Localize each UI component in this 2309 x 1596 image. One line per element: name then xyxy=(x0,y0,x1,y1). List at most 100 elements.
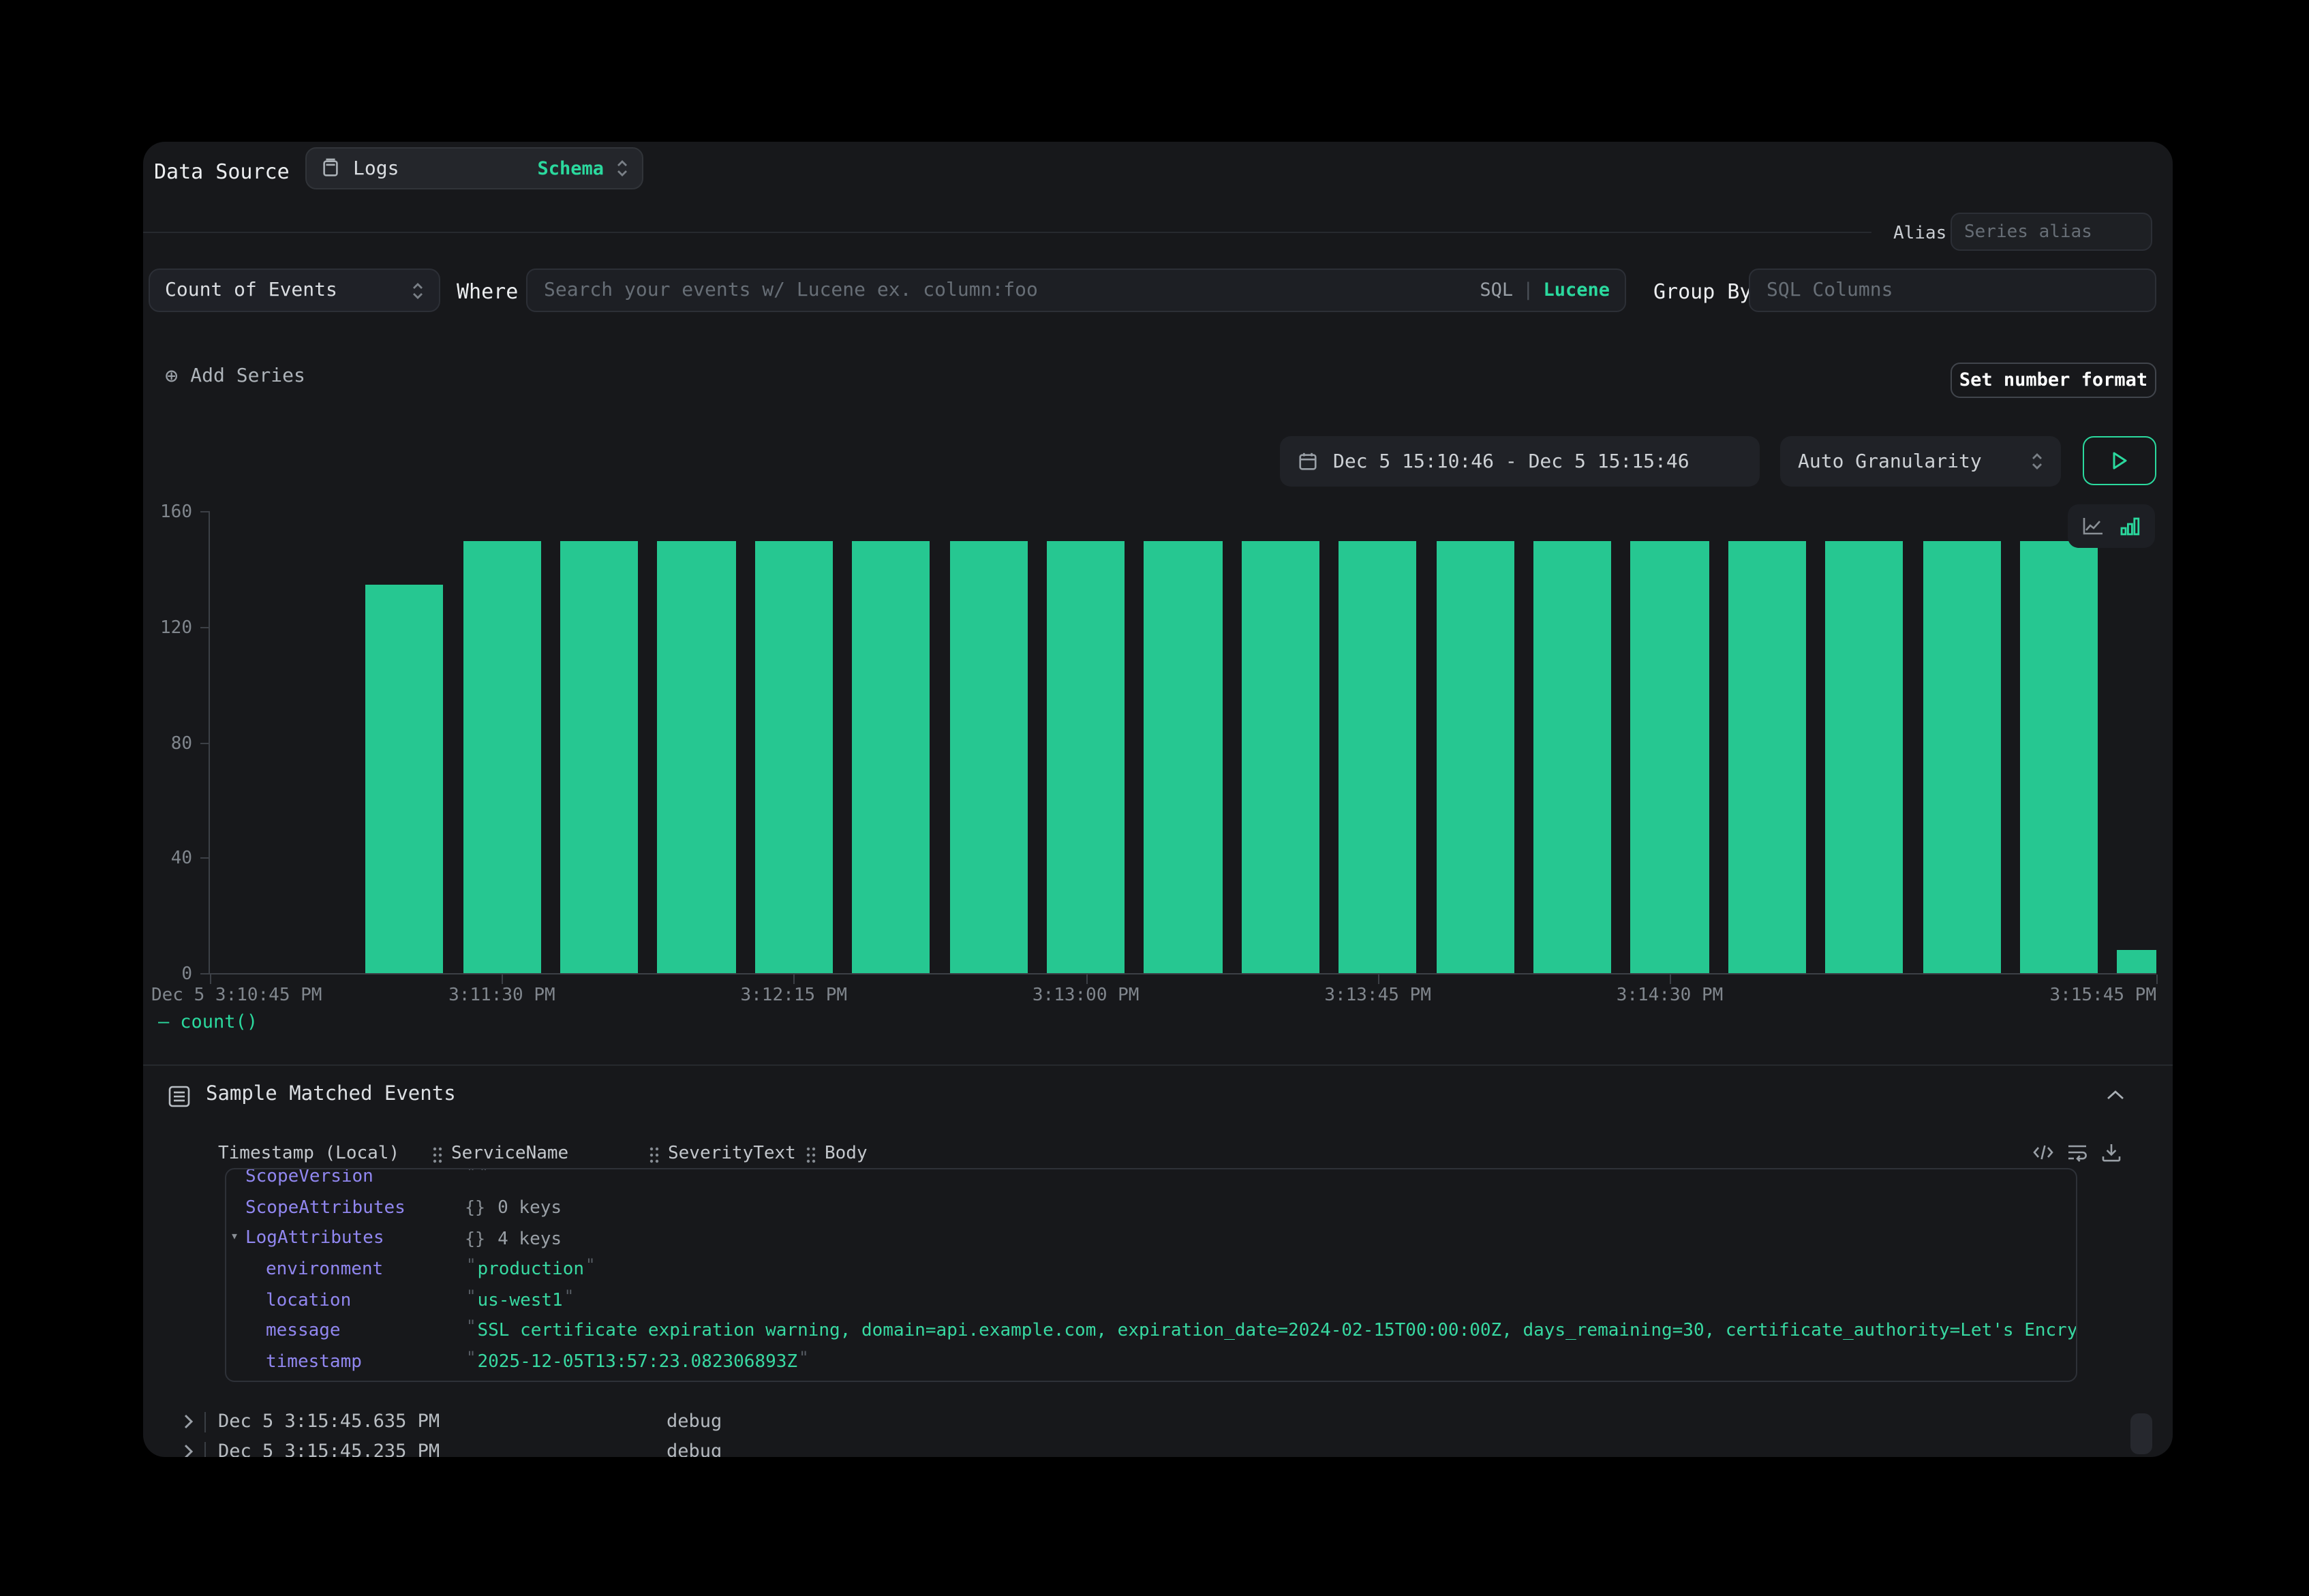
attribute-row-logattributes[interactable]: ▾ LogAttributes {}4 keys xyxy=(226,1223,2076,1254)
caret-down-icon[interactable]: ▾ xyxy=(230,1229,239,1244)
lucene-mode-option[interactable]: Lucene xyxy=(1543,279,1610,301)
group-by-label: Group By xyxy=(1653,279,1752,304)
data-source-select[interactable]: Logs Schema xyxy=(305,147,643,189)
sql-mode-option[interactable]: SQL xyxy=(1480,279,1513,301)
toggle-divider: | xyxy=(1523,279,1533,301)
chart-bar xyxy=(852,541,930,973)
y-tick-label: 160 xyxy=(160,502,192,523)
set-number-format-label: Set number format xyxy=(1959,369,2147,391)
y-axis: 04080120160 xyxy=(143,512,210,975)
aggregate-select[interactable]: Count of Events xyxy=(149,268,440,312)
code-view-icon[interactable] xyxy=(2032,1142,2054,1163)
quote-glyph: " xyxy=(466,1286,476,1305)
scrollbar-thumb[interactable] xyxy=(2130,1413,2152,1454)
set-number-format-button[interactable]: Set number format xyxy=(1951,363,2156,398)
attribute-row-timestamp[interactable]: timestamp "2025-12-05T13:57:23.082306893… xyxy=(226,1347,2076,1377)
chart-bar xyxy=(1923,541,2000,973)
where-label: Where xyxy=(457,279,518,304)
query-language-toggle[interactable]: SQL | Lucene xyxy=(1480,268,1610,312)
schema-mode-label: Schema xyxy=(537,157,604,179)
attribute-rows: ScopeVersion "" ScopeAttributes {}0 keys… xyxy=(226,1168,2076,1378)
x-tick-mark xyxy=(502,975,503,984)
attribute-row-scopeattributes[interactable]: ScopeAttributes {}0 keys xyxy=(226,1192,2076,1223)
x-tick-mark xyxy=(1378,975,1379,984)
column-header-timestamp[interactable]: Timestamp (Local) xyxy=(218,1144,399,1164)
event-detail-panel: ScopeVersion "" ScopeAttributes {}0 keys… xyxy=(225,1168,2077,1382)
app-root: Data Source Logs Schema Alias Count of E… xyxy=(0,0,2309,1596)
column-header-body[interactable]: Body xyxy=(825,1144,868,1164)
time-range-value: Dec 5 15:10:46 - Dec 5 15:15:46 xyxy=(1333,450,1689,472)
drag-grip-icon[interactable] xyxy=(432,1146,443,1164)
add-series-button[interactable]: ⊕ Add Series xyxy=(165,365,305,387)
x-axis-marks xyxy=(210,975,2156,985)
events-table-header: Timestamp (Local) ServiceName SeverityTe… xyxy=(143,1141,2173,1171)
event-severity: debug xyxy=(667,1411,722,1432)
chart-bar xyxy=(365,585,443,973)
aggregate-value: Count of Events xyxy=(165,279,337,301)
attribute-value-text: SSL certificate expiration warning, doma… xyxy=(477,1321,2076,1342)
attribute-value-text: us-west1 xyxy=(477,1290,562,1310)
bar-plot xyxy=(210,512,2156,975)
database-icon xyxy=(320,158,341,179)
drag-grip-icon[interactable] xyxy=(649,1146,660,1164)
chart-bar xyxy=(949,541,1027,973)
time-range-picker[interactable]: Dec 5 15:10:46 - Dec 5 15:15:46 xyxy=(1280,436,1760,487)
attribute-value: "SSL certificate expiration warning, dom… xyxy=(465,1321,2076,1342)
drag-grip-icon[interactable] xyxy=(806,1146,816,1164)
event-row[interactable]: Dec 5 3:15:45.635 PM debug xyxy=(143,1407,2173,1437)
quote-glyph: " xyxy=(799,1348,808,1367)
y-tick-label: 120 xyxy=(160,618,192,639)
quote-glyph: " xyxy=(466,1348,476,1367)
run-query-button[interactable] xyxy=(2083,436,2156,485)
attribute-value: {}4 keys xyxy=(465,1227,562,1249)
line-chart-icon[interactable] xyxy=(2081,515,2105,537)
legend-line-icon: — xyxy=(158,1011,166,1033)
data-source-label: Data Source xyxy=(154,159,290,184)
attribute-key: environment xyxy=(245,1259,465,1280)
row-divider xyxy=(204,1411,206,1432)
x-tick-label: 3:15:45 PM xyxy=(2049,985,2156,1006)
text-wrap-icon[interactable] xyxy=(2066,1142,2088,1163)
attribute-key: ScopeAttributes xyxy=(245,1197,465,1218)
attribute-key-text: LogAttributes xyxy=(245,1228,384,1248)
attribute-row-message[interactable]: message "SSL certificate expiration warn… xyxy=(226,1316,2076,1347)
events-section-title: Sample Matched Events xyxy=(206,1084,456,1105)
attribute-row-location[interactable]: location "us-west1" xyxy=(226,1285,2076,1316)
column-header-severitytext[interactable]: SeverityText xyxy=(668,1144,796,1164)
granularity-select[interactable]: Auto Granularity xyxy=(1780,436,2061,487)
download-icon[interactable] xyxy=(2100,1142,2122,1163)
search-input[interactable] xyxy=(526,268,1626,312)
chart-type-toggle xyxy=(2068,504,2155,548)
expand-chevron-icon[interactable] xyxy=(183,1443,194,1457)
attribute-key: message xyxy=(245,1321,465,1342)
collapse-chevron-icon[interactable] xyxy=(2106,1089,2125,1101)
y-tick-mark xyxy=(200,627,210,628)
chart-legend[interactable]: — count() xyxy=(158,1011,258,1033)
chart-bar xyxy=(2020,541,2098,973)
y-tick-label: 0 xyxy=(181,964,192,985)
chart-bar xyxy=(2117,950,2156,973)
attribute-value: {}0 keys xyxy=(465,1197,562,1218)
chevron-up-down-icon xyxy=(616,158,628,179)
column-header-servicename[interactable]: ServiceName xyxy=(451,1144,568,1164)
granularity-value: Auto Granularity xyxy=(1798,450,1982,472)
x-tick-mark xyxy=(2156,975,2158,984)
chart-bar xyxy=(1728,541,1806,973)
attribute-row-environment[interactable]: environment "production" xyxy=(226,1254,2076,1285)
x-tick-label: 3:12:15 PM xyxy=(741,985,848,1006)
bar-chart-icon[interactable] xyxy=(2120,515,2141,537)
chart-bar xyxy=(658,541,735,973)
list-icon xyxy=(168,1085,191,1108)
attribute-value: "us-west1" xyxy=(465,1290,575,1310)
attribute-row-scopeversion[interactable]: ScopeVersion "" xyxy=(226,1168,2076,1192)
alias-input[interactable] xyxy=(1951,213,2152,251)
group-by-input[interactable] xyxy=(1749,268,2156,312)
attribute-key: ScopeVersion xyxy=(245,1168,465,1187)
chart-bar xyxy=(1047,541,1125,973)
attribute-value: "production" xyxy=(465,1259,597,1280)
chart-bar xyxy=(1242,541,1319,973)
y-tick-mark xyxy=(200,858,210,859)
expand-chevron-icon[interactable] xyxy=(183,1413,194,1430)
y-tick-label: 40 xyxy=(171,849,192,870)
event-row[interactable]: Dec 5 3:15:45.235 PM debug xyxy=(143,1437,2173,1457)
